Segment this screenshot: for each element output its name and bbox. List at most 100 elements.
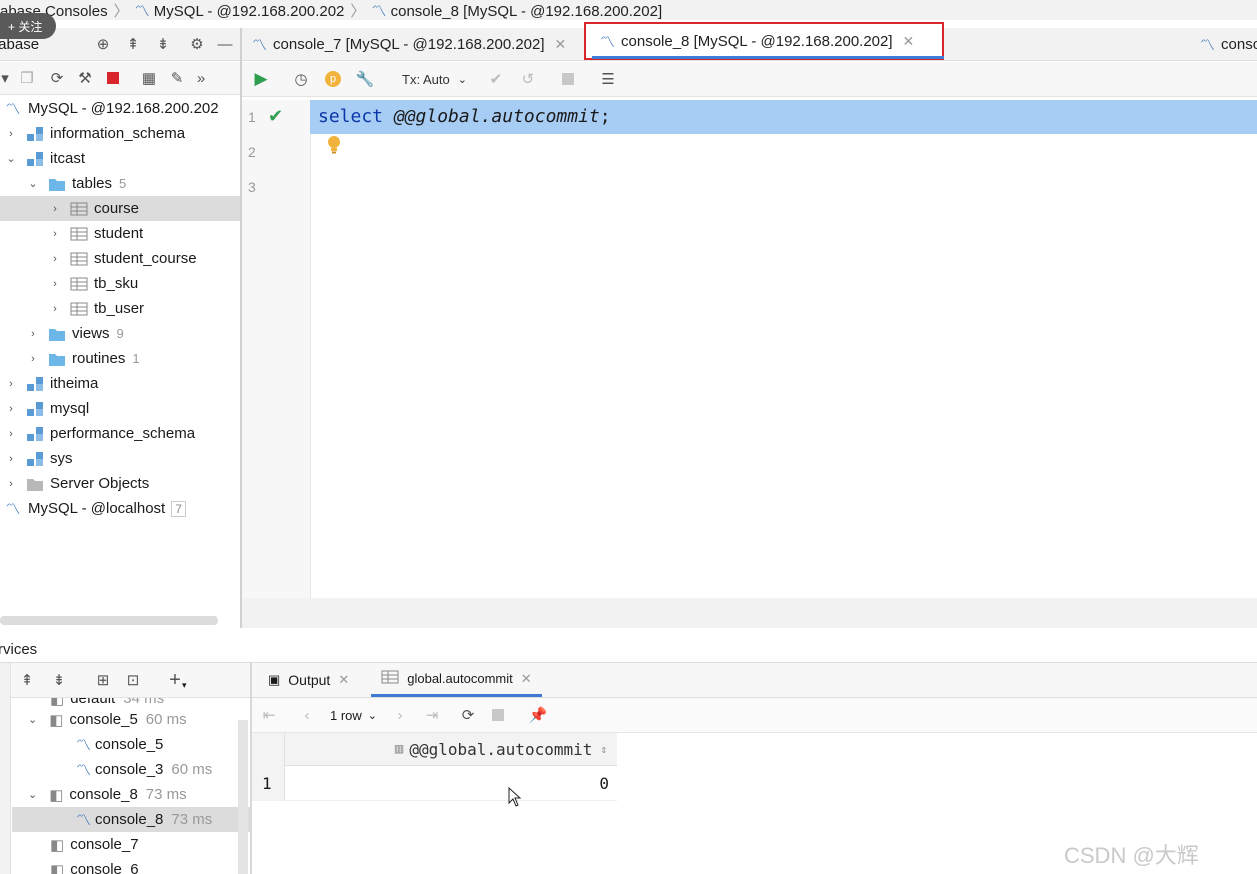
refresh-icon[interactable]: ⟳ — [46, 67, 68, 89]
previous-page-icon[interactable]: ‹ — [296, 704, 318, 726]
tree-node-itheima[interactable]: › itheima — [0, 371, 240, 396]
more-icon[interactable]: » — [190, 67, 212, 89]
sort-icon[interactable]: ⇕ — [600, 743, 607, 756]
last-page-icon[interactable]: ⇥ — [421, 704, 443, 726]
tree-node-server-objects[interactable]: › Server Objects — [0, 471, 240, 496]
explain-plan-icon[interactable]: p — [322, 68, 344, 90]
breadcrumb-item-console[interactable]: 〽 console_8 [MySQL - @192.168.200.202] — [371, 0, 662, 20]
close-icon[interactable]: ✕ — [903, 33, 915, 50]
tree-node-table[interactable]: › student_course — [0, 246, 240, 271]
sql-editor-line-1[interactable]: select @@global.autocommit; — [318, 106, 611, 127]
first-page-icon[interactable]: ⇤ — [258, 704, 280, 726]
stop-icon[interactable] — [487, 704, 509, 726]
service-item[interactable]: ◧ console_7 — [50, 832, 139, 857]
chevron-down-icon[interactable]: ⌄ — [28, 788, 37, 801]
tree-node-itcast[interactable]: ⌄ itcast — [0, 146, 240, 171]
expand-all-icon[interactable]: ⇞ — [122, 33, 144, 55]
tree-node-routines[interactable]: › routines 1 — [0, 346, 240, 371]
tree-node-table[interactable]: › tb_sku — [0, 271, 240, 296]
service-item[interactable]: ⌄ ◧ console_5 60 ms — [28, 707, 187, 732]
commit-icon[interactable]: ✔ — [485, 68, 507, 90]
service-item[interactable]: ⌄ ◧ console_8 73 ms — [28, 782, 187, 807]
minimize-icon[interactable]: — — [214, 33, 236, 55]
tab-console-9[interactable]: 〽 console_9 [MySQL - @192.168.200.202 — [1200, 28, 1257, 60]
grid-header: ▥ @@global.autocommit ⇕ — [252, 733, 617, 766]
tree-node-information-schema[interactable]: › information_schema — [0, 121, 240, 146]
column-header[interactable]: ▥ @@global.autocommit ⇕ — [395, 740, 607, 759]
dropdown-icon[interactable]: ▾ — [0, 67, 10, 89]
tx-mode-select[interactable]: Tx: Auto ⌄ — [402, 72, 467, 87]
chevron-right-icon[interactable]: › — [6, 378, 16, 390]
mysql-dolphin-icon: 〽 — [76, 812, 92, 829]
chevron-down-icon[interactable]: ▾ — [182, 680, 187, 691]
tree-node-mysql[interactable]: › mysql — [0, 396, 240, 421]
service-item[interactable]: ◧ console_6 — [50, 857, 139, 874]
tab-result[interactable]: global.autocommit ✕ — [371, 663, 542, 697]
close-icon[interactable]: ✕ — [555, 36, 567, 53]
gear-icon[interactable]: ⚙ — [186, 33, 208, 55]
collapse-all-icon[interactable]: ⇟ — [152, 33, 174, 55]
chevron-right-icon[interactable]: › — [6, 478, 16, 490]
stop-icon[interactable] — [557, 68, 579, 90]
tree-node-datasource[interactable]: 〽 MySQL - @192.168.200.202 — [0, 96, 240, 121]
chevron-down-icon[interactable]: ⌄ — [28, 177, 38, 190]
tree-node-tables[interactable]: ⌄ tables 5 — [0, 171, 240, 196]
history-icon[interactable]: ◷ — [290, 68, 312, 90]
tree-node-performance-schema[interactable]: › performance_schema — [0, 421, 240, 446]
chevron-right-icon[interactable]: › — [50, 228, 60, 240]
chevron-down-icon[interactable]: ⌄ — [28, 713, 37, 726]
chevron-right-icon[interactable]: › — [28, 353, 38, 365]
stop-icon[interactable] — [102, 67, 124, 89]
tree-node-views[interactable]: › views 9 — [0, 321, 240, 346]
tab-console-7[interactable]: 〽 console_7 [MySQL - @192.168.200.202] ✕ — [252, 28, 566, 60]
next-page-icon[interactable]: › — [389, 704, 411, 726]
chevron-right-icon[interactable]: › — [50, 278, 60, 290]
services-scrollbar[interactable] — [238, 720, 248, 874]
edit-icon[interactable]: ✎ — [166, 67, 188, 89]
service-item[interactable]: 〽 console_5 — [76, 732, 163, 757]
copy-icon[interactable]: ❐ — [16, 67, 38, 89]
cell-value[interactable]: 0 — [599, 774, 609, 793]
new-session-icon[interactable]: ⊡ — [122, 669, 144, 691]
tree-node-label: routines — [72, 350, 126, 367]
chevron-right-icon[interactable]: › — [28, 328, 38, 340]
refresh-icon[interactable]: ⟳ — [457, 704, 479, 726]
chevron-right-icon[interactable]: › — [6, 453, 16, 465]
schema-settings-icon[interactable]: ⚒ — [74, 67, 96, 89]
tab-console-8[interactable]: 〽 console_8 [MySQL - @192.168.200.202] ✕ — [584, 22, 944, 60]
chevron-right-icon[interactable]: › — [6, 128, 16, 140]
service-item-selected[interactable]: 〽 console_8 73 ms — [12, 807, 250, 832]
wrench-icon[interactable]: 🔧 — [354, 68, 376, 90]
close-icon[interactable]: ✕ — [338, 672, 349, 688]
tree-node-table[interactable]: › course — [0, 196, 240, 221]
expand-all-icon[interactable]: ⇞ — [16, 669, 38, 691]
pin-icon[interactable]: 📌 — [527, 704, 549, 726]
row-count-select[interactable]: 1 row ⌄ — [330, 708, 377, 723]
chevron-right-icon[interactable]: › — [50, 203, 60, 215]
table-row[interactable]: 0 — [252, 766, 617, 801]
tree-scrollbar[interactable] — [0, 616, 218, 625]
chevron-right-icon[interactable]: › — [6, 403, 16, 415]
tree-node-table[interactable]: › tb_user — [0, 296, 240, 321]
intention-bulb-icon[interactable] — [327, 136, 341, 154]
tab-output[interactable]: ▣ Output ✕ — [268, 672, 349, 688]
service-item[interactable]: 〽 console_3 60 ms — [76, 757, 212, 782]
chevron-right-icon[interactable]: › — [50, 303, 60, 315]
chevron-right-icon[interactable]: › — [50, 253, 60, 265]
follow-badge[interactable]: + 关注 — [0, 13, 56, 39]
results-layout-icon[interactable]: ☰ — [597, 68, 619, 90]
chevron-down-icon[interactable]: ⌄ — [6, 152, 16, 165]
tree-node-table[interactable]: › student — [0, 221, 240, 246]
rollback-icon[interactable]: ↺ — [517, 68, 539, 90]
folder-icon — [48, 351, 66, 367]
table-view-icon[interactable]: ▦ — [138, 67, 160, 89]
tree-node-localhost[interactable]: 〽 MySQL - @localhost 7 — [0, 496, 240, 521]
chevron-right-icon[interactable]: › — [6, 428, 16, 440]
collapse-all-icon[interactable]: ⇟ — [48, 669, 70, 691]
close-icon[interactable]: ✕ — [521, 671, 532, 687]
run-icon[interactable]: ▶ — [250, 68, 272, 90]
breadcrumb-item-datasource[interactable]: 〽 MySQL - @192.168.200.202 — [135, 0, 345, 20]
group-by-icon[interactable]: ⊞ — [92, 669, 114, 691]
tree-node-sys[interactable]: › sys — [0, 446, 240, 471]
crosshair-icon[interactable]: ⊕ — [92, 33, 114, 55]
